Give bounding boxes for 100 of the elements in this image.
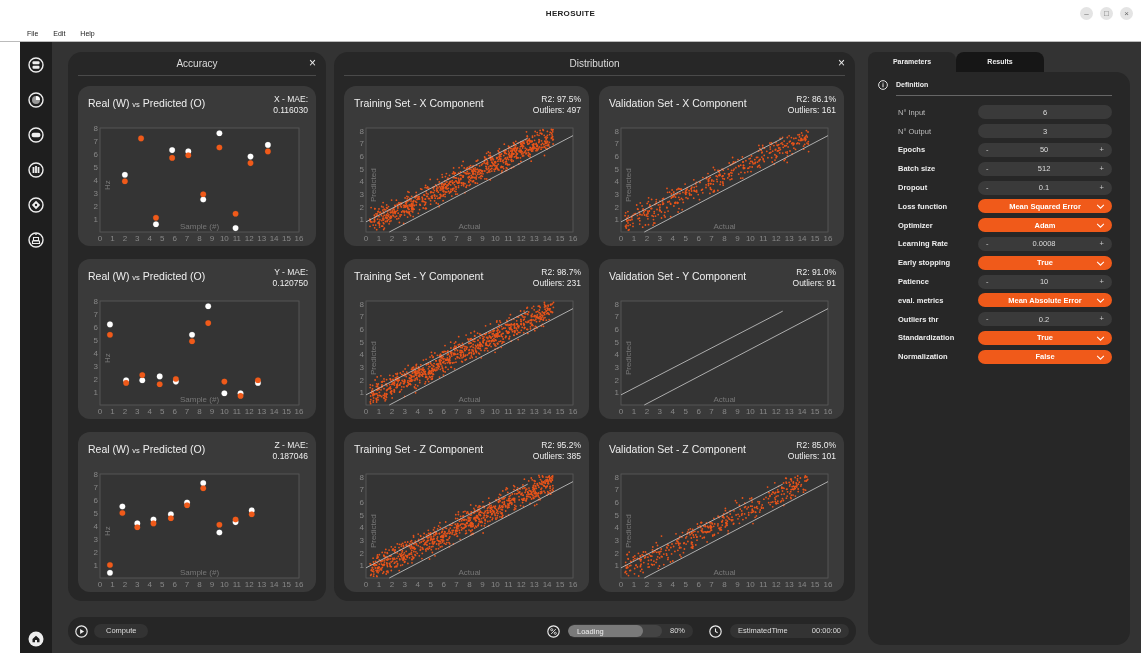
tick-label: 8 bbox=[197, 234, 202, 242]
tick-label: 14 bbox=[542, 234, 552, 242]
tick-label: 3 bbox=[402, 234, 408, 242]
outliers-count: Outliers: 161 bbox=[787, 104, 836, 115]
card-title: Training Set - Y Component bbox=[354, 269, 484, 284]
tick-label: 7 bbox=[709, 407, 714, 415]
tick-label: 2 bbox=[93, 375, 98, 384]
tick-label: 2 bbox=[644, 407, 650, 415]
tick-label: 15 bbox=[282, 580, 291, 588]
tick-label: 3 bbox=[614, 189, 619, 199]
tick-label: 5 bbox=[428, 407, 433, 415]
tick-label: 3 bbox=[359, 362, 364, 372]
axis-label: Hz bbox=[103, 180, 112, 191]
tick-label: 12 bbox=[516, 234, 526, 242]
tick-label: 9 bbox=[209, 407, 215, 415]
tick-label: 3 bbox=[614, 362, 619, 372]
tick-label: 7 bbox=[93, 310, 98, 319]
tick-label: 7 bbox=[454, 234, 459, 242]
tick-label: 10 bbox=[745, 580, 755, 588]
axis-label: Predicted bbox=[369, 514, 378, 549]
tick-label: 5 bbox=[359, 164, 364, 174]
outliers-count: Outliers: 231 bbox=[532, 277, 581, 288]
tick-label: 6 bbox=[441, 234, 446, 242]
axis-label: Actual bbox=[713, 568, 736, 577]
tick-label: 6 bbox=[93, 496, 98, 505]
tick-label: 5 bbox=[683, 407, 688, 415]
tick-label: 1 bbox=[93, 215, 98, 224]
tick-label: 16 bbox=[823, 580, 833, 588]
tick-label: 11 bbox=[759, 580, 768, 588]
tick-label: 6 bbox=[359, 497, 364, 507]
tick-label: 6 bbox=[359, 151, 364, 161]
tick-label: 2 bbox=[359, 202, 364, 212]
tick-label: 0 bbox=[618, 407, 624, 415]
card-title: Validation Set - Y Component bbox=[609, 269, 747, 284]
tick-label: 4 bbox=[359, 523, 364, 533]
tick-label: 3 bbox=[402, 580, 408, 588]
tick-label: 14 bbox=[542, 580, 552, 588]
card-title: Training Set - X Component bbox=[354, 96, 484, 111]
tick-label: 15 bbox=[282, 234, 291, 242]
tick-label: 0 bbox=[97, 407, 103, 415]
tick-label: 8 bbox=[467, 407, 472, 415]
tick-label: 12 bbox=[244, 234, 254, 242]
tick-label: 2 bbox=[359, 548, 364, 558]
tick-label: 2 bbox=[389, 234, 395, 242]
tick-label: 0 bbox=[97, 580, 103, 588]
tick-label: 1 bbox=[614, 215, 619, 225]
tick-label: 6 bbox=[172, 407, 177, 415]
axis-label: Predicted bbox=[624, 168, 633, 203]
tick-label: 12 bbox=[516, 580, 526, 588]
r2-score: R2: 98.7% bbox=[541, 267, 581, 278]
axis-label: Predicted bbox=[369, 341, 378, 376]
tick-label: 4 bbox=[614, 177, 619, 187]
r2-score: R2: 86.1% bbox=[796, 94, 836, 105]
tick-label: 8 bbox=[614, 126, 619, 136]
metric-value: 0.116030 bbox=[273, 104, 308, 115]
panel-title: Distribution bbox=[569, 57, 620, 71]
tick-label: 11 bbox=[504, 234, 513, 242]
tick-label: 1 bbox=[359, 215, 364, 225]
tick-label: 7 bbox=[184, 407, 190, 415]
tick-label: 12 bbox=[516, 407, 526, 415]
tick-label: 12 bbox=[244, 580, 254, 588]
tick-label: 1 bbox=[631, 234, 637, 242]
tick-label: 4 bbox=[147, 580, 152, 588]
axis-label: Actual bbox=[458, 568, 481, 577]
tick-label: 4 bbox=[93, 522, 98, 531]
tick-label: 7 bbox=[454, 407, 459, 415]
tick-label: 13 bbox=[529, 407, 539, 415]
tick-label: 1 bbox=[110, 580, 115, 588]
tick-label: 5 bbox=[159, 580, 165, 588]
tick-label: 10 bbox=[219, 580, 229, 588]
tick-label: 4 bbox=[614, 350, 619, 360]
tick-label: 10 bbox=[745, 234, 755, 242]
tick-label: 2 bbox=[614, 375, 619, 385]
tick-label: 5 bbox=[93, 509, 98, 518]
axis-label: Actual bbox=[458, 222, 481, 231]
metric-label: X - MAE: bbox=[274, 94, 308, 105]
panel-title: Accuracy bbox=[176, 57, 218, 71]
tick-label: 2 bbox=[122, 580, 128, 588]
tick-label: 10 bbox=[745, 407, 755, 415]
tick-label: 8 bbox=[467, 580, 472, 588]
axis-label: Predicted bbox=[369, 168, 378, 203]
tick-label: 3 bbox=[93, 189, 98, 198]
tick-label: 5 bbox=[614, 510, 619, 520]
r2-score: R2: 97.5% bbox=[541, 94, 581, 105]
tick-label: 16 bbox=[823, 234, 833, 242]
tick-label: 16 bbox=[294, 234, 304, 242]
tick-label: 10 bbox=[490, 580, 500, 588]
tick-label: 4 bbox=[93, 176, 98, 185]
tick-label: 9 bbox=[209, 580, 215, 588]
tick-label: 2 bbox=[389, 407, 395, 415]
tick-label: 3 bbox=[135, 234, 140, 242]
r2-score: R2: 91.0% bbox=[796, 267, 836, 278]
tick-label: 5 bbox=[683, 580, 688, 588]
tick-label: 6 bbox=[359, 324, 364, 334]
tick-label: 8 bbox=[467, 234, 472, 242]
tick-label: 8 bbox=[93, 297, 98, 306]
tick-label: 3 bbox=[657, 407, 663, 415]
tick-label: 11 bbox=[759, 407, 768, 415]
tick-label: 8 bbox=[197, 580, 202, 588]
tick-label: 16 bbox=[823, 407, 833, 415]
